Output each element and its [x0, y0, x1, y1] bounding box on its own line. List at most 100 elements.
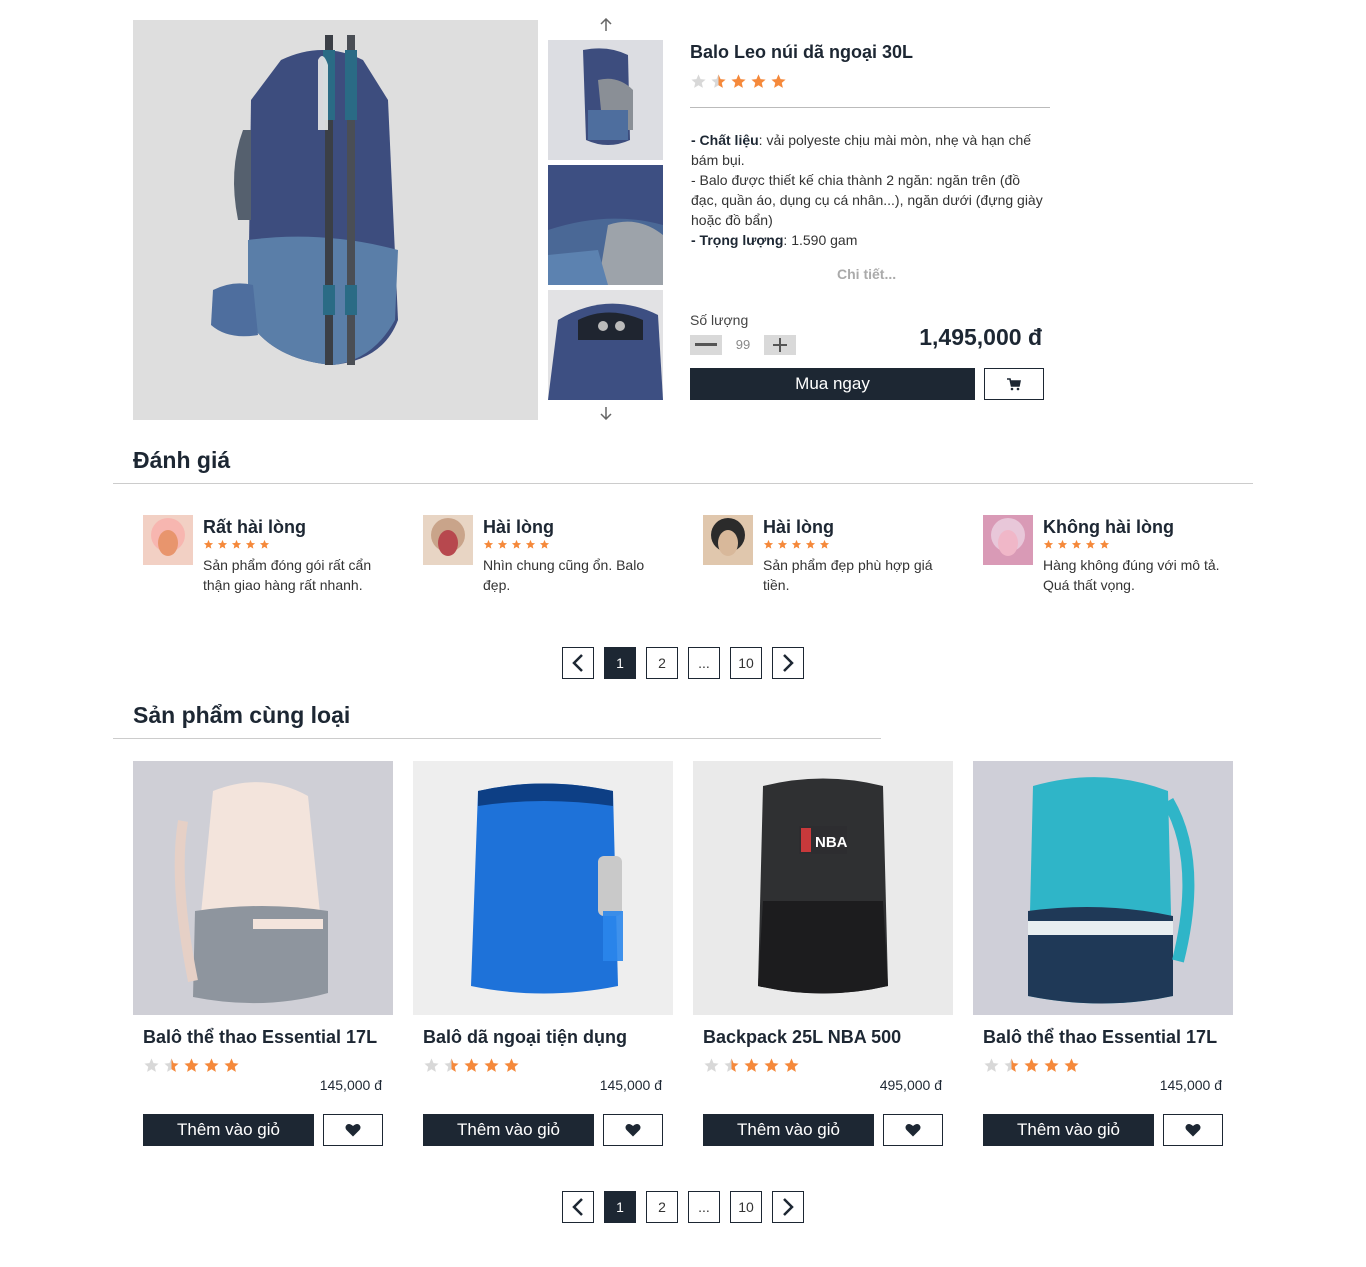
quantity-input[interactable]: 99 — [722, 335, 764, 355]
star-icon — [217, 539, 228, 549]
design-text: - Balo được thiết kế chia thành 2 ngăn: … — [691, 172, 1043, 228]
star-icon — [724, 1058, 739, 1072]
page-button[interactable]: 2 — [646, 647, 678, 679]
heart-icon — [1185, 1123, 1201, 1137]
star-icon — [771, 74, 786, 88]
page-button[interactable]: ... — [688, 1191, 720, 1223]
product-image[interactable]: NBA — [693, 761, 953, 1015]
review-title: Hài lòng — [763, 517, 834, 537]
product-rating — [983, 1057, 1080, 1074]
product-image[interactable] — [973, 761, 1233, 1015]
product-card: Balô dã ngoại tiện dụng 145,000 đ Thêm v… — [413, 761, 673, 1151]
svg-text:NBA: NBA — [815, 834, 848, 851]
product-image[interactable] — [413, 761, 673, 1015]
page-button[interactable]: 1 — [604, 647, 636, 679]
product-name[interactable]: Balô dã ngoại tiện dụng — [423, 1027, 627, 1048]
avatar — [703, 515, 753, 565]
next-page-button[interactable] — [772, 1191, 804, 1223]
product-description: - Chất liệu: vải polyeste chịu mài mòn, … — [691, 130, 1046, 250]
review-card: Hài lòng Nhìn chung cũng ổn. Balo đẹp. — [423, 515, 673, 605]
star-icon — [231, 539, 242, 549]
page-button[interactable]: 2 — [646, 1191, 678, 1223]
product-rating — [423, 1057, 520, 1074]
thumbnail-2[interactable] — [548, 165, 663, 285]
product-price: 145,000 đ — [1159, 1077, 1222, 1093]
star-icon — [1057, 539, 1068, 549]
star-icon — [525, 539, 536, 549]
details-link[interactable]: Chi tiết... — [837, 266, 896, 282]
star-icon — [791, 539, 802, 549]
review-text: Nhìn chung cũng ổn. Balo đẹp. — [483, 557, 645, 593]
review-text: Sản phẩm đẹp phù hợp giá tiền. — [763, 557, 933, 593]
avatar — [423, 515, 473, 565]
next-page-button[interactable] — [772, 647, 804, 679]
product-name[interactable]: Balô thể thao Essential 17L — [143, 1027, 377, 1048]
star-icon — [144, 1058, 159, 1072]
add-to-cart-button[interactable]: Thêm vào giỏ — [983, 1114, 1154, 1146]
prev-page-button[interactable] — [562, 647, 594, 679]
add-to-cart-button[interactable]: Thêm vào giỏ — [423, 1114, 594, 1146]
review-card: Hài lòng Sản phẩm đẹp phù hợp giá tiền. — [703, 515, 953, 605]
page-button[interactable]: ... — [688, 647, 720, 679]
star-icon — [164, 1058, 179, 1072]
wishlist-button[interactable] — [883, 1114, 943, 1146]
star-icon — [464, 1058, 479, 1072]
minus-button[interactable] — [690, 334, 722, 355]
thumbnail-3[interactable] — [548, 290, 663, 400]
product-name[interactable]: Backpack 25L NBA 500 — [703, 1027, 901, 1048]
wishlist-button[interactable] — [1163, 1114, 1223, 1146]
review-text: Hàng không đúng với mô tả. Quá thất vọng… — [1043, 557, 1220, 593]
avatar — [143, 515, 193, 565]
thumbnail-1[interactable] — [548, 40, 663, 160]
star-icon — [504, 1058, 519, 1072]
star-icon — [484, 1058, 499, 1072]
product-price: 1,495,000 đ — [919, 324, 1042, 350]
chevron-right-icon — [783, 1198, 794, 1216]
page-button[interactable]: 1 — [604, 1191, 636, 1223]
reviews-pagination: 1 2... 10 — [562, 647, 804, 679]
star-icon — [1071, 539, 1082, 549]
product-name[interactable]: Balô thể thao Essential 17L — [983, 1027, 1217, 1048]
product-rating — [143, 1057, 240, 1074]
main-product-image[interactable] — [133, 20, 538, 420]
star-icon — [731, 74, 746, 88]
star-icon — [204, 1058, 219, 1072]
quantity-stepper: 99 — [690, 334, 796, 355]
add-to-cart-button[interactable] — [984, 368, 1044, 400]
page-button[interactable]: 10 — [730, 1191, 762, 1223]
star-icon — [539, 539, 550, 549]
star-icon — [511, 539, 522, 549]
plus-button[interactable] — [764, 334, 796, 355]
product-title: Balo Leo núi dã ngoại 30L — [690, 42, 914, 62]
add-to-cart-button[interactable]: Thêm vào giỏ — [703, 1114, 874, 1146]
plus-icon — [773, 337, 787, 352]
product-image[interactable] — [133, 761, 393, 1015]
star-icon — [1024, 1058, 1039, 1072]
star-icon — [819, 539, 830, 549]
review-title: Hài lòng — [483, 517, 554, 537]
add-to-cart-button[interactable]: Thêm vào giỏ — [143, 1114, 314, 1146]
wishlist-button[interactable] — [603, 1114, 663, 1146]
buy-now-button[interactable]: Mua ngay — [690, 368, 975, 400]
arrow-down-icon[interactable] — [598, 406, 614, 422]
product-card: Balô thể thao Essential 17L 145,000 đ Th… — [973, 761, 1233, 1151]
chevron-right-icon — [783, 654, 794, 672]
review-rating — [203, 539, 270, 550]
reviews-heading: Đánh giá — [133, 447, 231, 473]
star-icon — [805, 539, 816, 549]
star-icon — [1085, 539, 1096, 549]
prev-page-button[interactable] — [562, 1191, 594, 1223]
weight-text: : 1.590 gam — [783, 232, 858, 248]
star-icon — [1044, 1058, 1059, 1072]
weight-label: - Trọng lượng — [691, 232, 784, 248]
wishlist-button[interactable] — [323, 1114, 383, 1146]
star-icon — [777, 539, 788, 549]
arrow-up-icon[interactable] — [598, 17, 614, 34]
product-rating — [703, 1057, 800, 1074]
star-icon — [751, 74, 766, 88]
page-button[interactable]: 10 — [730, 647, 762, 679]
chevron-left-icon — [572, 1198, 583, 1216]
star-icon — [1004, 1058, 1019, 1072]
product-price: 495,000 đ — [879, 1077, 942, 1093]
heart-icon — [345, 1123, 361, 1137]
